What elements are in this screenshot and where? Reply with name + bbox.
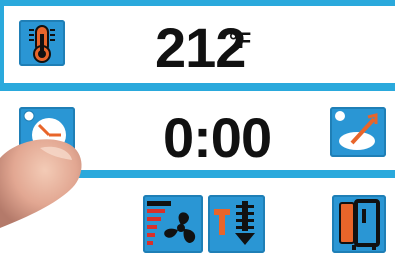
top-divider [0,0,395,6]
temperature-button[interactable] [19,20,65,66]
thermometer-icon [29,25,55,63]
left-frame-edge [0,0,4,91]
temperature-step-down-icon [214,201,255,245]
oven-control-panel: 212 °F 0:00 [0,0,395,257]
timed-probe-icon [335,111,378,150]
timed-probe-button[interactable] [330,107,386,157]
finger-image [0,139,82,228]
oven-door-button[interactable] [332,195,386,253]
fan-speed-icon [147,201,196,245]
fan-speed-button[interactable] [143,195,203,253]
timer-value[interactable]: 0:00 [163,108,272,168]
temperature-unit: °F [229,28,252,53]
oven-door-icon [339,199,380,250]
temperature-step-button[interactable] [208,195,265,253]
middle-divider [0,83,395,91]
